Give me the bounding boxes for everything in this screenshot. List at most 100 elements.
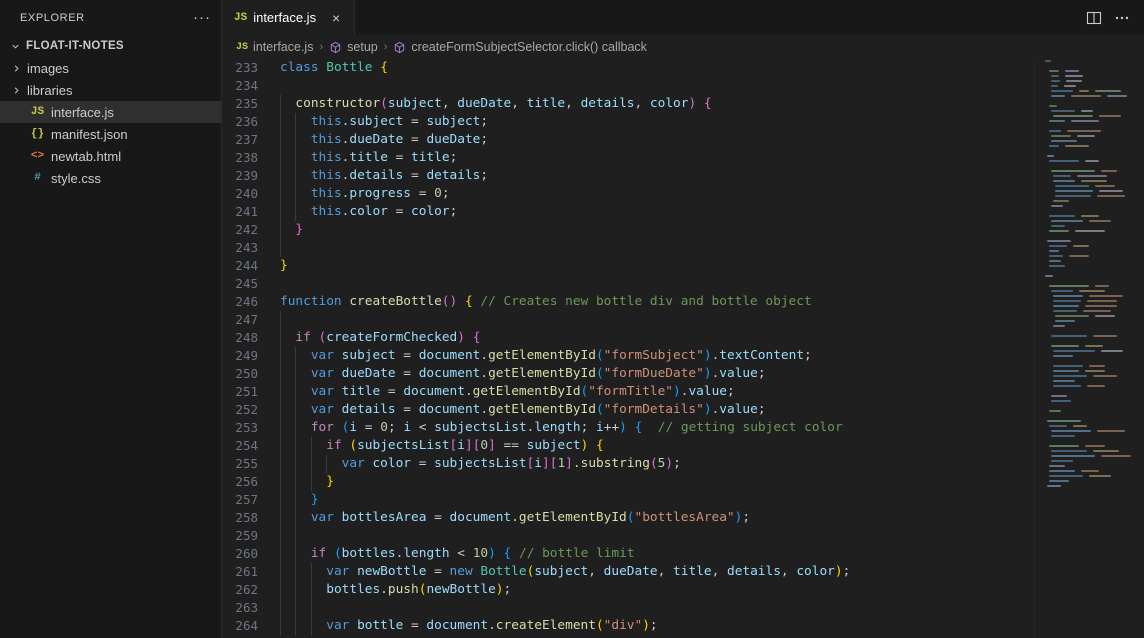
indent-guide xyxy=(310,437,312,455)
minimap-segment xyxy=(1051,140,1077,142)
line-content: this.subject = subject; xyxy=(280,113,1034,131)
minimap-segment xyxy=(1085,445,1105,447)
indent-guide xyxy=(280,311,281,329)
code-line: 248 if (createFormChecked) { xyxy=(222,329,1034,347)
code-token: subject xyxy=(534,564,589,579)
code-token: // bottle limit xyxy=(518,546,635,561)
minimap-segment xyxy=(1051,430,1091,432)
code-token: ; xyxy=(480,114,489,129)
minimap[interactable] xyxy=(1034,59,1144,638)
breadcrumb-symbol-callback[interactable]: createFormSubjectSelector.click() callba… xyxy=(393,40,647,54)
minimap-segment xyxy=(1049,230,1069,232)
code-token: title xyxy=(526,96,566,111)
indent-guide xyxy=(280,149,281,167)
minimap-line xyxy=(1041,354,1142,358)
code-line: 257 } xyxy=(222,491,1034,509)
code-editor[interactable]: 233 class Bottle {234 235 constructor(subj… xyxy=(222,59,1034,638)
line-content xyxy=(280,527,1034,545)
file-tree-item-newtab-html[interactable]: <> newtab.html xyxy=(0,145,221,167)
workspace-folder-float-it-notes[interactable]: FLOAT-IT-NOTES xyxy=(0,35,221,57)
minimap-segment xyxy=(1071,95,1101,97)
code-token: , xyxy=(657,564,674,579)
breadcrumb-symbol-setup[interactable]: setup xyxy=(329,40,378,54)
file-tree-item-label: images xyxy=(27,60,69,76)
code-line: 253 for (i = 0; i < subjectsList.length;… xyxy=(222,419,1034,437)
minimap-segment xyxy=(1049,470,1075,472)
indent-guide xyxy=(280,239,281,257)
code-token: ) xyxy=(642,618,650,633)
code-token: ; xyxy=(673,456,681,471)
file-tree-item-interface-js[interactable]: JS interface.js xyxy=(0,101,221,123)
minimap-segment xyxy=(1049,120,1065,122)
code-token: () xyxy=(441,294,458,309)
code-line: 261 var newBottle = new Bottle(subject, … xyxy=(222,563,1034,581)
minimap-line xyxy=(1041,194,1142,198)
indent-guide xyxy=(295,203,297,221)
minimap-line xyxy=(1041,199,1142,203)
line-content: var subject = document.getElementById("f… xyxy=(280,347,1034,365)
code-token: . xyxy=(480,348,489,363)
minimap-line xyxy=(1041,364,1142,368)
code-line: 258 var bottlesArea = document.getElemen… xyxy=(222,509,1034,527)
split-editor-icon[interactable] xyxy=(1086,10,1102,26)
explorer-more-actions-icon[interactable]: ··· xyxy=(193,10,211,25)
code-token: ) xyxy=(495,582,504,597)
code-token: "formDetails" xyxy=(603,402,704,417)
minimap-segment xyxy=(1089,475,1111,477)
code-token: Bottle xyxy=(326,60,373,75)
code-line: 237 this.dueDate = dueDate; xyxy=(222,131,1034,149)
breadcrumb-file-label: interface.js xyxy=(253,40,314,54)
indent-guide xyxy=(280,473,281,491)
code-token: { xyxy=(703,96,712,111)
minimap-line xyxy=(1041,249,1142,253)
code-line: 245 xyxy=(222,275,1034,293)
css-file-icon: # xyxy=(34,172,41,184)
close-icon[interactable]: × xyxy=(328,11,344,25)
tab-interface-js[interactable]: JS interface.js × xyxy=(222,0,356,35)
minimap-segment xyxy=(1051,80,1060,82)
line-number: 257 xyxy=(235,492,258,507)
code-token: "div" xyxy=(603,618,643,633)
code-token: if xyxy=(326,438,350,453)
minimap-line xyxy=(1041,69,1142,73)
code-token: "formTitle" xyxy=(588,384,674,399)
indent-guide xyxy=(295,437,297,455)
editor-more-actions-icon[interactable] xyxy=(1114,10,1130,26)
file-tree-item-style-css[interactable]: # style.css xyxy=(0,167,221,189)
minimap-segment xyxy=(1071,120,1099,122)
minimap-segment xyxy=(1053,300,1081,302)
file-tree-item-libraries[interactable]: libraries xyxy=(0,79,221,101)
indent-guide xyxy=(280,527,281,545)
indent-guide xyxy=(280,491,281,509)
line-content: var bottle = document.createElement("div… xyxy=(280,617,1034,635)
editor-tab-bar: JS interface.js × xyxy=(222,0,1144,35)
minimap-line xyxy=(1041,189,1142,193)
minimap-segment xyxy=(1065,145,1089,147)
breadcrumb-file[interactable]: JS interface.js xyxy=(236,40,313,54)
code-line: 263 xyxy=(222,599,1034,617)
code-token: push xyxy=(387,582,419,597)
minimap-line xyxy=(1041,209,1142,213)
minimap-line xyxy=(1041,399,1142,403)
minimap-line xyxy=(1041,484,1142,488)
code-line: 249 var subject = document.getElementByI… xyxy=(222,347,1034,365)
minimap-line xyxy=(1041,404,1142,408)
file-tree-item-manifest-json[interactable]: {} manifest.json xyxy=(0,123,221,145)
line-number: 243 xyxy=(235,240,258,255)
minimap-segment xyxy=(1085,370,1105,372)
code-token: value xyxy=(719,402,758,417)
line-number: 250 xyxy=(235,366,258,381)
line-content: for (i = 0; i < subjectsList.length; i++… xyxy=(280,419,1034,437)
minimap-line xyxy=(1041,214,1142,218)
indent-guide xyxy=(295,509,297,527)
code-token: ) xyxy=(619,420,627,435)
minimap-segment xyxy=(1051,85,1058,87)
minimap-line xyxy=(1041,224,1142,228)
minimap-segment xyxy=(1053,350,1095,352)
minimap-line xyxy=(1041,319,1142,323)
line-content: } xyxy=(280,491,1034,509)
file-tree-item-images[interactable]: images xyxy=(0,57,221,79)
line-content xyxy=(280,311,1034,329)
